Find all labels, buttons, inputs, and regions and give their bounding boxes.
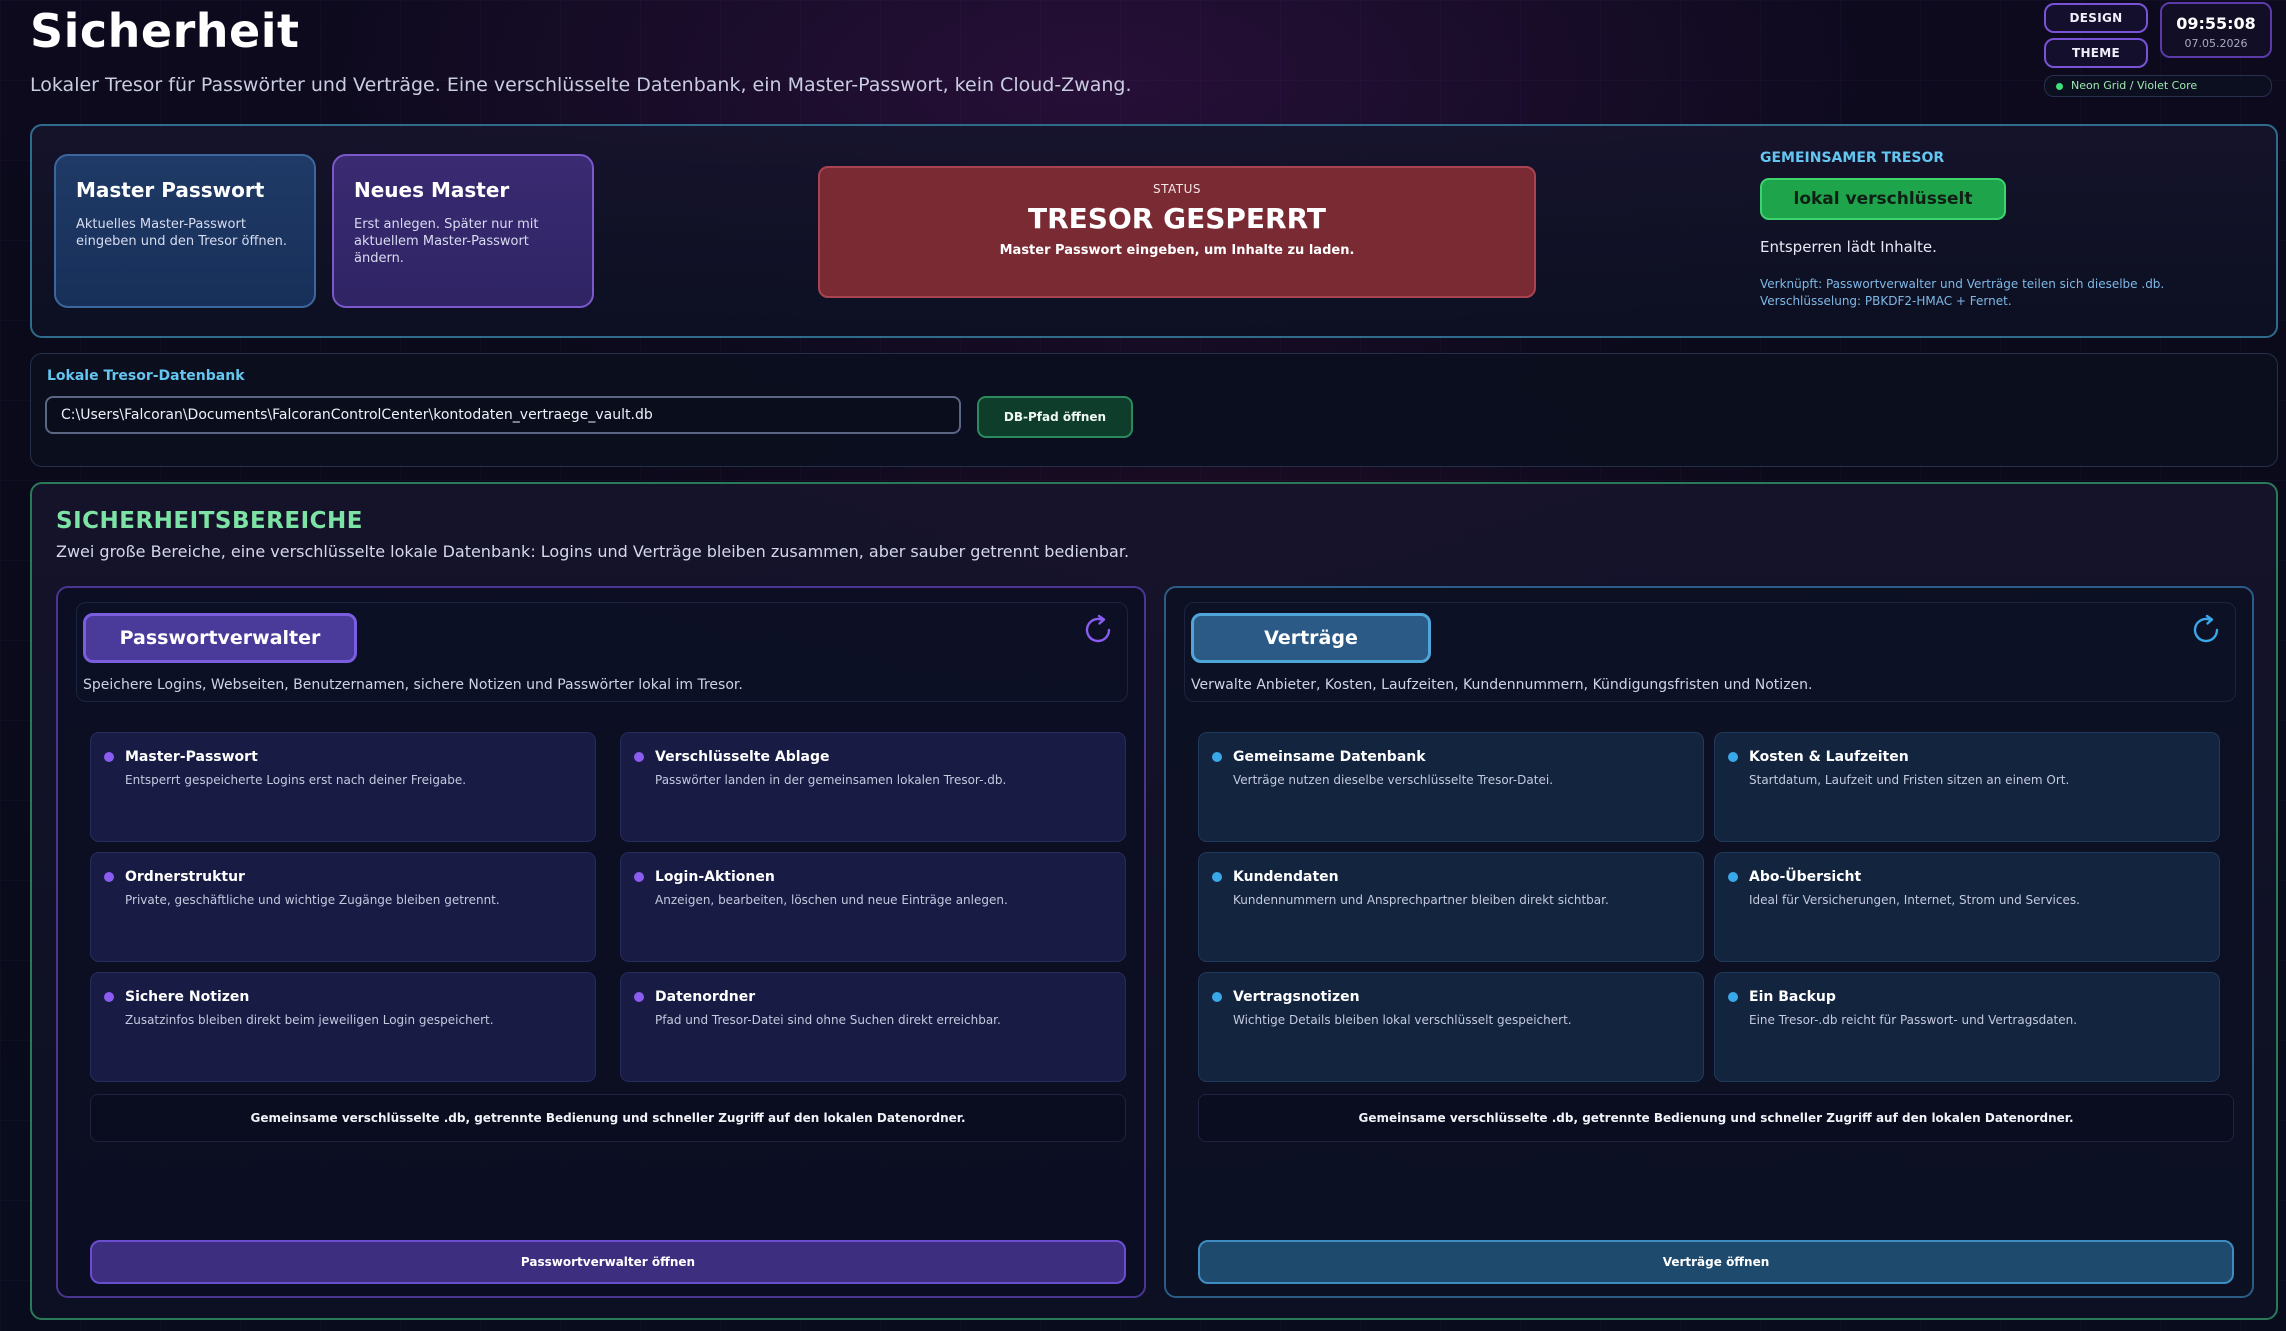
feature-text: Startdatum, Laufzeit und Fristen sitzen …	[1749, 773, 2070, 787]
feature-title: Ordnerstruktur	[125, 869, 245, 885]
bullet-dot-icon	[634, 872, 644, 882]
master-password-title: Master Passwort	[76, 178, 265, 202]
feature-card: Vertragsnotizen Wichtige Details bleiben…	[1198, 972, 1704, 1082]
feature-card: Master-Passwort Entsperrt gespeicherte L…	[90, 732, 596, 842]
open-contracts-button[interactable]: Verträge öffnen	[1198, 1240, 2234, 1284]
master-password-card[interactable]: Master Passwort Aktuelles Master-Passwor…	[54, 154, 316, 308]
theme-button[interactable]: THEME	[2044, 38, 2148, 68]
bullet-dot-icon	[1728, 992, 1738, 1002]
database-label: Lokale Tresor-Datenbank	[47, 368, 245, 384]
status-hint: Master Passwort eingeben, um Inhalte zu …	[999, 243, 1355, 258]
feature-card: Sichere Notizen Zusatzinfos bleiben dire…	[90, 972, 596, 1082]
encryption-badge: lokal verschlüsselt	[1760, 178, 2006, 220]
password-manager-description: Speichere Logins, Webseiten, Benutzernam…	[83, 677, 743, 693]
theme-indicator: Neon Grid / Violet Core	[2044, 75, 2272, 97]
feature-text: Entsperrt gespeicherte Logins erst nach …	[125, 773, 467, 787]
security-title: SICHERHEITSBEREICHE	[56, 508, 364, 534]
bullet-dot-icon	[1212, 752, 1222, 762]
feature-card: Abo-Übersicht Ideal für Versicherungen, …	[1714, 852, 2220, 962]
feature-title: Kosten & Laufzeiten	[1749, 749, 1909, 765]
contracts-header: Verträge Verwalte Anbieter, Kosten, Lauf…	[1184, 602, 2236, 702]
security-areas-panel: SICHERHEITSBEREICHE Zwei große Bereiche,…	[30, 482, 2278, 1320]
feature-text: Anzeigen, bearbeiten, löschen und neue E…	[655, 893, 1008, 907]
database-path-input[interactable]	[45, 396, 961, 434]
feature-card: Kosten & Laufzeiten Startdatum, Laufzeit…	[1714, 732, 2220, 842]
status-title: TRESOR GESPERRT	[1028, 202, 1326, 235]
new-master-card[interactable]: Neues Master Erst anlegen. Später nur mi…	[332, 154, 594, 308]
unlock-info: Entsperren lädt Inhalte.	[1760, 238, 1937, 256]
password-manager-footer: Gemeinsame verschlüsselte .db, getrennte…	[90, 1094, 1126, 1142]
feature-title: Verschlüsselte Ablage	[655, 749, 830, 765]
contracts-area: Verträge Verwalte Anbieter, Kosten, Lauf…	[1164, 586, 2254, 1298]
link-note: Verknüpft: Passwortverwalter und Verträg…	[1760, 277, 2165, 308]
status-dot-icon	[2056, 83, 2063, 90]
refresh-icon[interactable]	[1081, 613, 1115, 647]
feature-title: Login-Aktionen	[655, 869, 775, 885]
feature-text: Ideal für Versicherungen, Internet, Stro…	[1749, 893, 2080, 907]
feature-card: Kundendaten Kundennummern und Ansprechpa…	[1198, 852, 1704, 962]
feature-card: Datenordner Pfad und Tresor-Datei sind o…	[620, 972, 1126, 1082]
feature-card: Ordnerstruktur Private, geschäftliche un…	[90, 852, 596, 962]
feature-text: Zusatzinfos bleiben direkt beim jeweilig…	[125, 1013, 494, 1027]
new-master-title: Neues Master	[354, 178, 510, 202]
vault-panel: Master Passwort Aktuelles Master-Passwor…	[30, 124, 2278, 338]
feature-card: Login-Aktionen Anzeigen, bearbeiten, lös…	[620, 852, 1126, 962]
open-db-path-button[interactable]: DB-Pfad öffnen	[977, 396, 1133, 438]
password-manager-area: Passwortverwalter Speichere Logins, Webs…	[56, 586, 1146, 1298]
feature-text: Verträge nutzen dieselbe verschlüsselte …	[1233, 773, 1554, 787]
new-master-text: Erst anlegen. Später nur mit aktuellem M…	[354, 217, 539, 266]
refresh-icon[interactable]	[2189, 613, 2223, 647]
bullet-dot-icon	[1212, 872, 1222, 882]
feature-text: Wichtige Details bleiben lokal verschlüs…	[1233, 1013, 1572, 1027]
feature-title: Vertragsnotizen	[1233, 989, 1360, 1005]
feature-text: Pfad und Tresor-Datei sind ohne Suchen d…	[655, 1013, 1001, 1027]
feature-text: Private, geschäftliche und wichtige Zugä…	[125, 893, 500, 907]
vault-status-box: STATUS TRESOR GESPERRT Master Passwort e…	[818, 166, 1536, 298]
feature-card: Gemeinsame Datenbank Verträge nutzen die…	[1198, 732, 1704, 842]
contracts-footer: Gemeinsame verschlüsselte .db, getrennte…	[1198, 1094, 2234, 1142]
contracts-chip[interactable]: Verträge	[1191, 613, 1431, 663]
bullet-dot-icon	[1212, 992, 1222, 1002]
feature-text: Passwörter landen in der gemeinsamen lok…	[655, 773, 1007, 787]
bullet-dot-icon	[634, 992, 644, 1002]
design-button[interactable]: DESIGN	[2044, 3, 2148, 33]
master-password-text: Aktuelles Master-Passwort eingeben und d…	[76, 217, 288, 249]
feature-title: Ein Backup	[1749, 989, 1836, 1005]
status-label: STATUS	[1152, 182, 1202, 196]
database-panel: Lokale Tresor-Datenbank DB-Pfad öffnen	[30, 353, 2278, 467]
bullet-dot-icon	[104, 992, 114, 1002]
feature-title: Sichere Notizen	[125, 989, 250, 1005]
shared-vault-label: GEMEINSAMER TRESOR	[1760, 150, 1945, 166]
bullet-dot-icon	[104, 872, 114, 882]
feature-title: Kundendaten	[1233, 869, 1339, 885]
page-title: Sicherheit	[30, 4, 300, 58]
bullet-dot-icon	[104, 752, 114, 762]
feature-card: Verschlüsselte Ablage Passwörter landen …	[620, 732, 1126, 842]
feature-title: Master-Passwort	[125, 749, 258, 765]
password-manager-header: Passwortverwalter Speichere Logins, Webs…	[76, 602, 1128, 702]
feature-card: Ein Backup Eine Tresor-.db reicht für Pa…	[1714, 972, 2220, 1082]
contracts-description: Verwalte Anbieter, Kosten, Laufzeiten, K…	[1191, 677, 1813, 693]
open-password-manager-button[interactable]: Passwortverwalter öffnen	[90, 1240, 1126, 1284]
theme-name: Neon Grid / Violet Core	[2071, 79, 2198, 92]
feature-title: Abo-Übersicht	[1749, 869, 1862, 885]
bullet-dot-icon	[634, 752, 644, 762]
bullet-dot-icon	[1728, 752, 1738, 762]
feature-text: Kundennummern und Ansprechpartner bleibe…	[1233, 893, 1609, 907]
feature-text: Eine Tresor-.db reicht für Passwort- und…	[1749, 1013, 2078, 1027]
feature-title: Datenordner	[655, 989, 756, 1005]
clock-date: 07.05.2026	[2184, 37, 2248, 50]
feature-title: Gemeinsame Datenbank	[1233, 749, 1426, 765]
password-manager-chip[interactable]: Passwortverwalter	[83, 613, 357, 663]
bullet-dot-icon	[1728, 872, 1738, 882]
clock-time: 09:55:08	[2176, 14, 2256, 33]
clock: 09:55:08 07.05.2026	[2160, 2, 2272, 58]
page-subtitle: Lokaler Tresor für Passwörter und Verträ…	[30, 74, 1132, 96]
security-subtitle: Zwei große Bereiche, eine verschlüsselte…	[56, 542, 1130, 561]
